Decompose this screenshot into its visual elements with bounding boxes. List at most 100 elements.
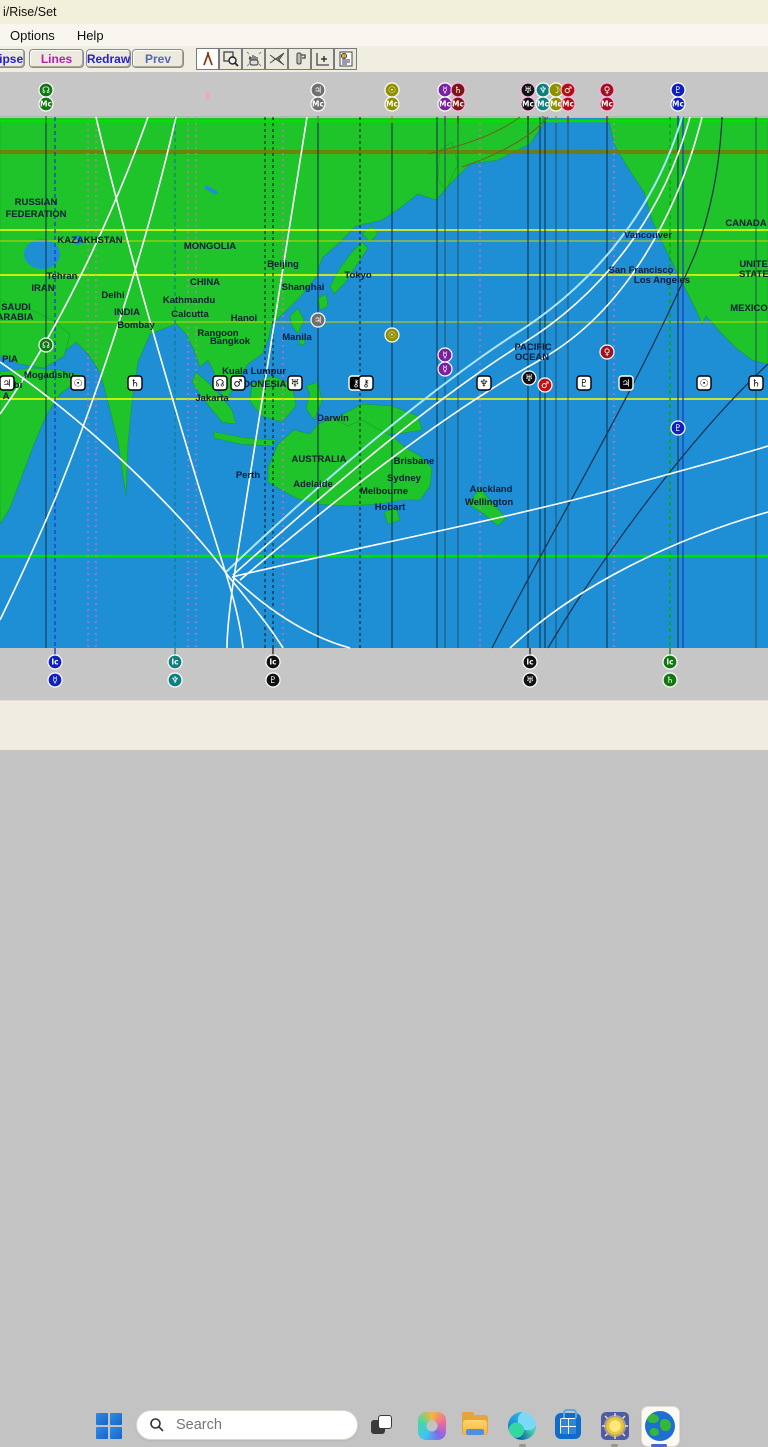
svg-text:♄: ♄ xyxy=(131,379,140,390)
svg-text:☽: ☽ xyxy=(552,86,560,96)
planet-line-box: ⚷ xyxy=(358,375,374,391)
planet-line-box: ☉ xyxy=(696,375,712,391)
zenith-marker: ☉ xyxy=(384,327,400,343)
zenith-marker: ☊ xyxy=(38,337,54,353)
astro-map[interactable]: RUSSIAN FEDERATION KAZAKHSTAN MONGOLIA Tehra… xyxy=(0,72,768,700)
menu-help[interactable]: Help xyxy=(67,26,114,45)
svg-text:Ic: Ic xyxy=(171,658,178,667)
svg-text:♆: ♆ xyxy=(480,379,489,390)
svg-text:⚷: ⚷ xyxy=(362,379,369,390)
svg-text:Mc: Mc xyxy=(672,100,684,109)
zoom-tool-icon[interactable] xyxy=(219,48,242,70)
map-label: Hobart xyxy=(375,502,406,513)
map-label: ARABIA xyxy=(0,312,34,323)
copilot-icon[interactable] xyxy=(418,1412,446,1440)
window-title: i/Rise/Set xyxy=(3,5,57,19)
store-icon[interactable] xyxy=(555,1409,583,1441)
map-label: Hanoi xyxy=(231,313,257,324)
svg-text:♀: ♀ xyxy=(604,86,611,96)
map-label: Jakarta xyxy=(195,393,229,404)
lipse-button[interactable]: lipse xyxy=(0,49,25,68)
svg-text:♅: ♅ xyxy=(524,86,532,96)
planet-line-box: ☊ xyxy=(212,375,228,391)
start-button[interactable] xyxy=(95,1412,125,1442)
svg-text:Mc: Mc xyxy=(522,100,534,109)
svg-text:♅: ♅ xyxy=(291,379,300,390)
map-label: Wellington xyxy=(465,497,514,508)
world-map-svg[interactable]: RUSSIANFEDERATION KAZAKHSTAN MONGOLIA Tehra… xyxy=(0,72,768,700)
map-label: Sydney xyxy=(387,473,422,484)
map-label: Tehran xyxy=(47,271,78,282)
info-doc-icon[interactable]: i xyxy=(334,48,357,70)
window-titlebar[interactable]: i/Rise/Set xyxy=(0,0,768,24)
screen: { "window": { "title": "i/Rise/Set" }, "… xyxy=(0,0,768,1447)
zenith-marker: ♅ xyxy=(521,370,537,386)
pink-tick xyxy=(206,92,209,100)
map-label: Los Angeles xyxy=(634,275,690,286)
map-label: Melbourne xyxy=(360,486,408,497)
svg-text:Mc: Mc xyxy=(452,100,464,109)
svg-text:Ic: Ic xyxy=(526,658,533,667)
map-label: MEXICO xyxy=(730,303,767,314)
map-label: Calcutta xyxy=(171,309,209,320)
planet-line-box: ♃ xyxy=(618,375,634,391)
svg-text:☊: ☊ xyxy=(42,341,50,351)
svg-text:♆: ♆ xyxy=(539,86,547,96)
map-label: Manila xyxy=(282,332,312,343)
map-label: CHINA xyxy=(190,277,220,288)
taskbar-search[interactable] xyxy=(136,1410,358,1440)
redraw-button[interactable]: Redraw xyxy=(86,49,131,68)
map-label: bi xyxy=(14,380,22,391)
svg-text:♂: ♂ xyxy=(234,379,243,390)
map-label: KAZAKHSTAN xyxy=(57,235,122,246)
svg-text:♇: ♇ xyxy=(269,676,277,686)
map-app-icon[interactable] xyxy=(645,1411,675,1441)
svg-text:Mc: Mc xyxy=(386,100,398,109)
svg-text:i: i xyxy=(343,54,344,60)
map-bottom-margin xyxy=(0,648,768,700)
svg-text:♃: ♃ xyxy=(622,379,631,390)
task-view-icon[interactable] xyxy=(371,1415,393,1437)
menu-options[interactable]: Options xyxy=(0,26,65,45)
prev-button[interactable]: Prev xyxy=(132,49,184,68)
svg-text:♅: ♅ xyxy=(526,676,534,686)
pan-hand-icon[interactable] xyxy=(242,48,265,70)
svg-text:♄: ♄ xyxy=(752,379,761,390)
menu-bar: Options Help xyxy=(0,24,768,46)
planet-line-box: ♄ xyxy=(748,375,764,391)
search-input[interactable] xyxy=(174,1416,328,1434)
svg-text:Ic: Ic xyxy=(666,658,673,667)
map-label: A xyxy=(3,391,10,402)
plane-tool-icon[interactable] xyxy=(265,48,288,70)
roller-tool-icon[interactable] xyxy=(288,48,311,70)
svg-text:♂: ♂ xyxy=(541,381,549,391)
svg-text:Mc: Mc xyxy=(537,100,549,109)
svg-text:☉: ☉ xyxy=(700,379,709,390)
zenith-marker: ☿ xyxy=(437,347,453,363)
svg-text:♇: ♇ xyxy=(674,86,682,96)
edge-icon[interactable] xyxy=(508,1412,536,1440)
svg-text:♃: ♃ xyxy=(3,379,12,390)
astrolog-icon[interactable] xyxy=(601,1412,629,1440)
map-label: Bangkok xyxy=(210,336,251,347)
svg-text:☿: ☿ xyxy=(442,86,448,96)
divider-tool-icon[interactable] xyxy=(196,48,219,70)
map-label: Perth xyxy=(236,470,260,481)
map-label: INDIA xyxy=(114,307,140,318)
svg-text:☿: ☿ xyxy=(442,365,448,375)
svg-text:☿: ☿ xyxy=(52,676,58,686)
svg-text:♇: ♇ xyxy=(674,424,682,434)
svg-text:Mc: Mc xyxy=(439,100,451,109)
planet-line-box: ♅ xyxy=(287,375,303,391)
planet-line-box: ♃ xyxy=(0,375,15,391)
map-label: STATES xyxy=(739,269,768,280)
crosshair-tool-icon[interactable] xyxy=(311,48,334,70)
file-explorer-icon[interactable] xyxy=(462,1412,490,1440)
zenith-marker: ♇ xyxy=(670,420,686,436)
map-label: Shanghai xyxy=(282,282,325,293)
toolbar: i lipseLinesRedrawPrev xyxy=(0,46,768,72)
map-label: Delhi xyxy=(101,290,124,301)
lines-button[interactable]: Lines xyxy=(29,49,84,68)
svg-text:♃: ♃ xyxy=(314,86,322,96)
zenith-marker: ☿ xyxy=(437,361,453,377)
